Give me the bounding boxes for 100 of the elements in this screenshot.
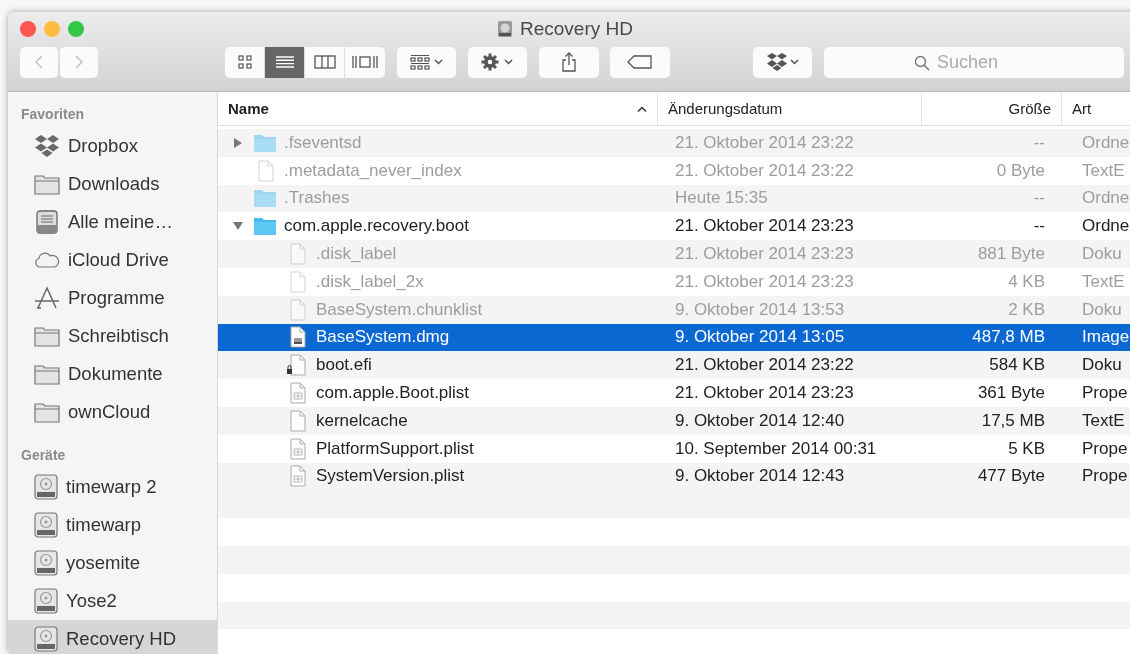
kind-cell-text: Doku <box>1081 299 1123 320</box>
kind-cell-text: Doku <box>1081 355 1123 376</box>
share-button[interactable] <box>539 46 599 78</box>
file-name: com.apple.Boot.plist <box>316 383 470 404</box>
window-title: Recovery HD <box>520 18 633 40</box>
sidebar-label: ownCloud <box>68 401 151 423</box>
size-cell-text: 0 Byte <box>995 160 1046 181</box>
sidebar-label: Yose2 <box>66 590 117 612</box>
sidebar-label: Programme <box>68 287 165 309</box>
settings-button[interactable] <box>468 46 527 78</box>
folder-icon <box>253 216 277 237</box>
column-header[interactable]: Name <box>218 92 658 125</box>
sidebar-item[interactable]: Alle meine… <box>8 203 217 241</box>
file-row[interactable]: BaseSystem.dmg 9. Oktober 2014 13:05 487,8 MB Image <box>218 323 1130 352</box>
size-cell-text: 487,8 MB <box>971 327 1046 348</box>
sidebar-label: Alle meine… <box>68 211 173 233</box>
date-cell-text: 10. September 2014 00:31 <box>674 438 878 459</box>
date-cell-text: 21. Oktober 2014 23:23 <box>674 271 855 292</box>
chevron-right-icon <box>74 54 84 70</box>
locked-file-icon <box>285 354 309 377</box>
kind-cell-text: Ordne <box>1081 132 1130 153</box>
sidebar-item[interactable]: timewarp <box>8 506 217 544</box>
kind-cell-text: TextE <box>1081 271 1126 292</box>
date-cell-text: 21. Oktober 2014 23:22 <box>674 132 855 153</box>
date-cell-text: 9. Oktober 2014 13:05 <box>674 327 846 348</box>
folder-icon <box>34 363 60 385</box>
file-row[interactable]: com.apple.recovery.boot 21. Oktober 2014 23:23 -- Ordne <box>218 212 1130 241</box>
tag-button[interactable] <box>610 46 670 78</box>
kind-cell-text: Doku <box>1081 244 1123 265</box>
kind-cell-text: Ordne <box>1081 188 1130 209</box>
folder-icon <box>34 325 60 347</box>
folder-icon <box>253 188 277 209</box>
cloud-icon <box>34 251 60 269</box>
file-name: com.apple.recovery.boot <box>284 216 469 237</box>
dropbox-icon <box>34 134 60 158</box>
sidebar-item[interactable]: Dokumente <box>8 355 217 393</box>
kind-cell-text: Image <box>1081 327 1130 348</box>
date-cell-text: 9. Oktober 2014 13:53 <box>674 299 846 320</box>
sidebar-item[interactable]: iCloud Drive <box>8 241 217 279</box>
search-field[interactable]: Suchen <box>824 46 1124 78</box>
sidebar-label: Schreibtisch <box>68 325 169 347</box>
file-name: kernelcache <box>316 410 408 431</box>
file-name: BaseSystem.chunklist <box>316 299 483 320</box>
date-cell-text: Heute 15:35 <box>674 188 769 209</box>
sidebar-item[interactable]: Programme <box>8 279 217 317</box>
date-cell-text: 21. Oktober 2014 23:23 <box>674 244 855 265</box>
arrange-button[interactable] <box>397 46 456 78</box>
file-row[interactable]: kernelcache 9. Oktober 2014 12:40 17,5 MB TextE <box>218 406 1130 435</box>
column-header[interactable]: Art <box>1062 92 1130 125</box>
sidebar-label: Downloads <box>68 173 160 195</box>
sidebar-item[interactable]: Yose2 <box>8 582 217 620</box>
search-icon <box>914 54 930 71</box>
dropbox-dropdown-icon <box>765 52 800 72</box>
column-header[interactable]: Änderungsdatum <box>658 92 922 125</box>
size-cell-text: 477 Byte <box>976 466 1046 487</box>
sidebar-label: yosemite <box>66 552 141 574</box>
kind-cell-text: TextE <box>1081 160 1126 181</box>
file-row[interactable]: boot.efi 21. Oktober 2014 23:22 584 KB Doku <box>218 351 1130 380</box>
sidebar-heading: Geräte <box>20 446 67 465</box>
folder-icon <box>253 132 277 153</box>
list-view-button[interactable] <box>265 46 305 78</box>
file-row[interactable]: com.apple.Boot.plist 21. Oktober 2014 23:23 361 Byte Prope <box>218 379 1130 407</box>
date-cell-text: 21. Oktober 2014 23:23 <box>674 383 855 404</box>
size-cell-text: 584 KB <box>988 355 1046 376</box>
size-cell-text: 2 KB <box>1007 299 1046 320</box>
dropbox-button[interactable] <box>753 46 812 78</box>
date-cell-text: 9. Oktober 2014 12:40 <box>674 410 846 431</box>
file-cabinet-icon <box>34 210 60 234</box>
sidebar-item[interactable]: yosemite <box>8 544 217 582</box>
size-cell-text: 5 KB <box>1007 438 1046 459</box>
date-cell-text: 21. Oktober 2014 23:23 <box>674 216 855 237</box>
app-store-icon <box>34 286 60 310</box>
column-header[interactable]: Größe <box>922 92 1062 125</box>
sidebar-item[interactable]: Recovery HD <box>8 620 217 654</box>
size-cell-text: 4 KB <box>1007 271 1046 292</box>
sidebar-item[interactable]: ownCloud <box>8 393 217 431</box>
file-name: BaseSystem.dmg <box>316 327 450 348</box>
close-button[interactable] <box>20 21 36 37</box>
grid-icon <box>236 54 253 70</box>
kind-cell-text: Prope <box>1081 438 1129 459</box>
file-row[interactable]: SystemVersion.plist 9. Oktober 2014 12:43 477 Byte Prope <box>218 462 1130 491</box>
size-cell-text: -- <box>1032 188 1046 209</box>
collapsed-triangle-icon[interactable] <box>232 136 244 149</box>
date-cell-text: 21. Oktober 2014 23:22 <box>674 355 855 376</box>
sidebar-label: Dokumente <box>68 363 163 385</box>
sidebar-item[interactable]: Downloads <box>8 165 217 203</box>
size-cell-text: -- <box>1032 216 1046 237</box>
sidebar-label: iCloud Drive <box>68 249 169 271</box>
size-cell-text: -- <box>1032 132 1046 153</box>
file-row[interactable]: PlatformSupport.plist 10. September 2014 00:31 5 KB Prope <box>218 434 1130 463</box>
sidebar-item[interactable]: Dropbox <box>8 127 217 165</box>
sidebar-item[interactable]: timewarp 2 <box>8 468 217 506</box>
settings-dropdown-icon <box>480 53 515 71</box>
file-name: .disk_label <box>316 244 397 265</box>
file-name: .Trashes <box>284 188 350 209</box>
date-cell-text: 21. Oktober 2014 23:22 <box>674 160 855 181</box>
size-cell-text: 881 Byte <box>976 244 1046 265</box>
file-name: PlatformSupport.plist <box>316 438 474 459</box>
file-name: SystemVersion.plist <box>316 466 465 487</box>
sidebar-item[interactable]: Schreibtisch <box>8 317 217 355</box>
